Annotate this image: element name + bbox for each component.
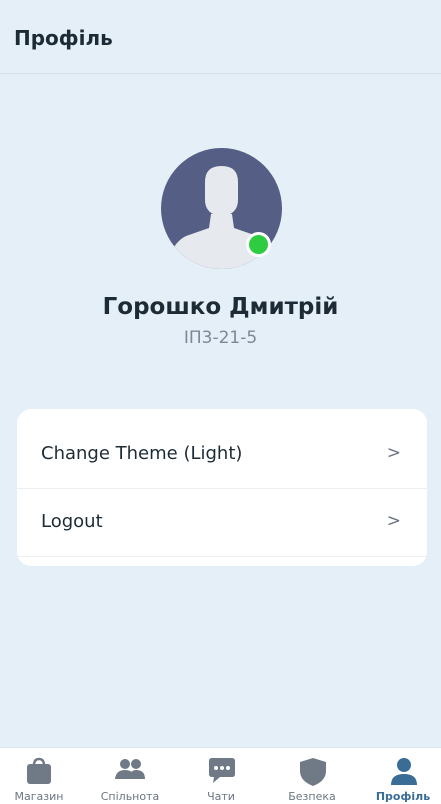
nav-label-chats: Чати — [207, 790, 235, 803]
profile-name: Горошко Дмитрій — [102, 294, 339, 320]
shopping-bag-icon — [27, 757, 51, 784]
profile-group: ІП3-21-5 — [183, 328, 258, 348]
nav-tab-community[interactable]: Спільнота — [86, 748, 174, 804]
chevron-right-icon: > — [386, 443, 401, 463]
logout-label: Logout — [41, 511, 103, 532]
nav-label-profile: Профіль — [375, 790, 431, 803]
bottom-navigation: Магазин Спільнота Чати Безпека Профіль — [0, 747, 441, 804]
app-header: Профіль — [0, 0, 441, 74]
people-icon — [115, 759, 145, 779]
nav-tab-security[interactable]: Безпека — [268, 748, 356, 804]
nav-tab-profile[interactable]: Профіль — [359, 748, 441, 804]
change-theme-label: Change Theme (Light) — [41, 443, 243, 464]
nav-label-security: Безпека — [288, 790, 336, 803]
settings-menu-card: Change Theme (Light) > Logout > — [17, 409, 427, 566]
nav-tab-chats[interactable]: Чати — [177, 748, 265, 804]
chat-bubble-icon — [209, 758, 235, 783]
chevron-right-icon: > — [386, 511, 401, 531]
nav-label-shop: Магазин — [14, 790, 64, 803]
page-title: Профіль — [14, 26, 113, 50]
nav-tab-shop[interactable]: Магазин — [0, 748, 83, 804]
change-theme-button[interactable]: Change Theme (Light) > — [17, 421, 427, 489]
person-icon — [391, 758, 417, 785]
online-status-dot — [246, 232, 271, 257]
logout-button[interactable]: Logout > — [17, 489, 427, 557]
profile-screen: Профіль Горошко Дмитрій ІП3-21-5 Change … — [0, 0, 441, 804]
nav-label-community: Спільнота — [100, 790, 160, 803]
shield-icon — [300, 758, 326, 786]
